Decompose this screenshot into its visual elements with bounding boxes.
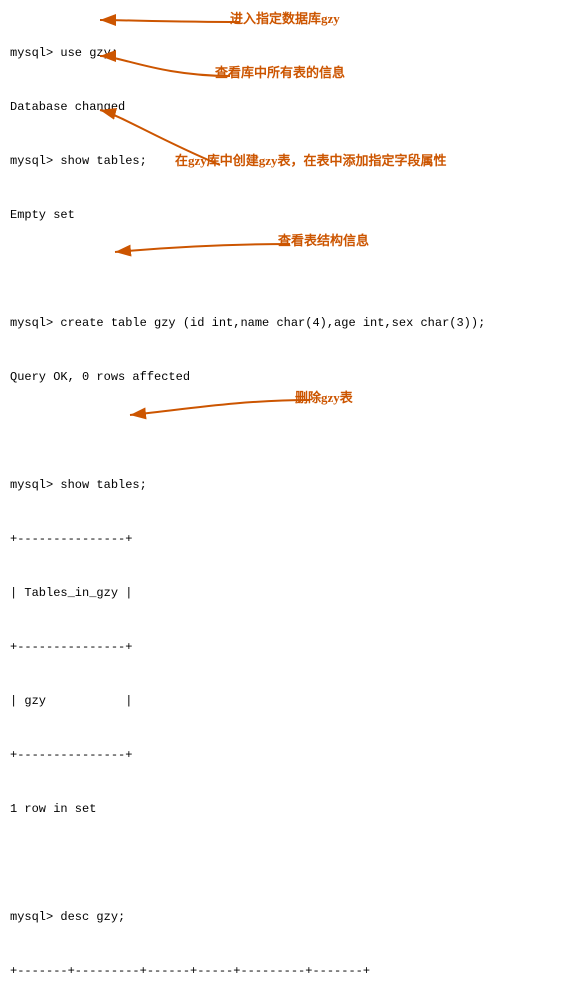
line-8	[10, 422, 552, 440]
line-1: mysql> use gzy;	[10, 44, 552, 62]
line-12: +---------------+	[10, 638, 552, 656]
line-7: Query OK, 0 rows affected	[10, 368, 552, 386]
line-14: +---------------+	[10, 746, 552, 764]
line-6: mysql> create table gzy (id int,name cha…	[10, 314, 552, 332]
annotation-3: 在gzy库中创建gzy表，在表中添加指定字段属性	[175, 150, 447, 169]
line-17: mysql> desc gzy;	[10, 908, 552, 926]
line-16	[10, 854, 552, 872]
line-18: +-------+---------+------+-----+--------…	[10, 962, 552, 980]
line-11: | Tables_in_gzy |	[10, 584, 552, 602]
line-13: | gzy |	[10, 692, 552, 710]
annotation-2: 查看库中所有表的信息	[215, 62, 345, 81]
line-9: mysql> show tables;	[10, 476, 552, 494]
annotation-5: 删除gzy表	[295, 387, 353, 406]
line-4: Empty set	[10, 206, 552, 224]
annotation-4: 查看表结构信息	[278, 230, 369, 249]
line-15: 1 row in set	[10, 800, 552, 818]
annotation-1: 进入指定数据库gzy	[230, 8, 340, 27]
line-5	[10, 260, 552, 278]
line-2: Database changed	[10, 98, 552, 116]
line-10: +---------------+	[10, 530, 552, 548]
